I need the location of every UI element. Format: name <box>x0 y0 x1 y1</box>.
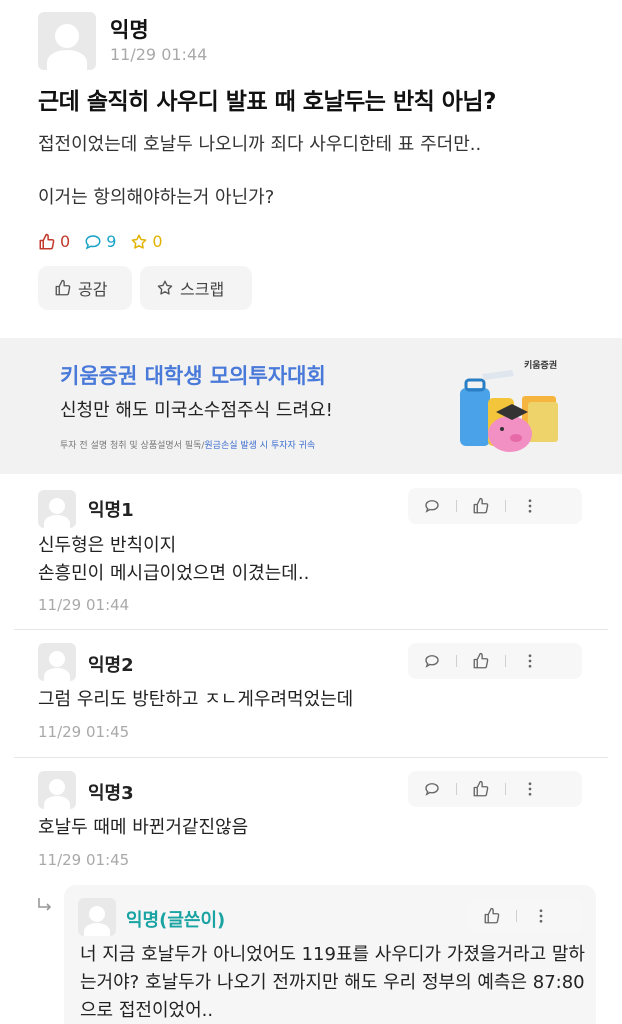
star-icon <box>132 234 147 249</box>
scrap-count-value: 0 <box>152 232 163 251</box>
ad-banner[interactable]: 키움증권 대학생 모의투자대회 신청만 해도 미국소수점주식 드려요! 투자 전… <box>0 338 622 474</box>
comment-actions <box>408 771 582 807</box>
comment-like-button[interactable] <box>457 643 505 679</box>
thumbs-up-icon <box>39 233 55 249</box>
scrap-count: 0 <box>130 232 163 251</box>
comment-text-line: 호날두 때메 바뀐거같진않음 <box>38 817 249 838</box>
ad-title: 키움증권 대학생 모의투자대회 <box>60 364 326 388</box>
like-button[interactable]: 공감 <box>38 266 132 310</box>
more-vertical-icon <box>528 499 532 513</box>
comment-divider <box>14 757 608 758</box>
reply-actions <box>468 898 582 934</box>
comment-avatar <box>38 643 76 681</box>
thumbs-up-icon <box>484 907 500 924</box>
comment-like-button[interactable] <box>457 771 505 807</box>
scrap-button-label: 스크랩 <box>180 280 225 299</box>
more-options-button[interactable] <box>506 771 554 807</box>
post-body-line-2: 이거는 항의해야하는거 아닌가? <box>38 187 275 208</box>
comment-actions <box>408 488 582 524</box>
comment-actions <box>408 643 582 679</box>
comment-count-value: 9 <box>106 232 117 251</box>
thumbs-up-icon <box>473 497 489 514</box>
reply-avatar <box>78 898 116 936</box>
comment-count: 9 <box>84 232 116 251</box>
reply-button[interactable] <box>408 643 456 679</box>
ad-illustration-icon <box>460 370 558 452</box>
post-author: 익명 <box>110 18 149 42</box>
comment-author: 익명3 <box>88 783 134 804</box>
comment-author: 익명2 <box>88 655 134 676</box>
more-vertical-icon <box>528 782 532 796</box>
ad-disclaimer-text: 투자 전 설명 청취 및 상품설명서 필독/ <box>60 441 205 451</box>
post-timestamp: 11/29 01:44 <box>110 45 208 64</box>
comment-avatar <box>38 771 76 809</box>
thumbs-up-icon <box>473 780 489 797</box>
post-stats: 0 9 0 <box>38 232 163 251</box>
more-options-button[interactable] <box>506 643 554 679</box>
like-count: 0 <box>38 232 70 251</box>
like-button-label: 공감 <box>78 280 108 299</box>
reply-button[interactable] <box>408 771 456 807</box>
reply-author: 익명(글쓴이) <box>126 910 226 931</box>
ad-disclaimer: 투자 전 설명 청취 및 상품설명서 필독/원금손실 발생 시 투자자 귀속 <box>60 438 315 451</box>
reply-button[interactable] <box>408 488 456 524</box>
speech-bubble-icon <box>425 655 439 668</box>
comment-author: 익명1 <box>88 500 134 521</box>
comment-avatar <box>38 490 76 528</box>
reply-arrow-icon <box>38 898 52 911</box>
ad-disclaimer-highlight: 원금손실 발생 시 투자자 귀속 <box>204 441 316 451</box>
more-options-button[interactable] <box>517 898 565 934</box>
post-body-line-1: 접전이었는데 호날두 나오니까 죄다 사우디한테 표 주더만.. <box>38 134 482 155</box>
comment-timestamp: 11/29 01:45 <box>38 851 130 869</box>
scrap-button[interactable]: 스크랩 <box>140 266 252 310</box>
ad-subtitle: 신청만 해도 미국소수점주식 드려요! <box>60 400 333 421</box>
comment-timestamp: 11/29 01:45 <box>38 723 130 741</box>
comment-like-button[interactable] <box>457 488 505 524</box>
thumbs-up-icon <box>55 279 71 296</box>
comment-text-line: 신두형은 반칙이지 <box>38 535 177 556</box>
post-author-avatar <box>38 12 96 70</box>
speech-bubble-icon <box>85 234 101 249</box>
comment-text-line: 그럼 우리도 방탄하고 ㅈㄴ게우려먹었는데 <box>38 689 354 710</box>
reply-text: 너 지금 호날두가 아니었어도 119표를 사우디가 가졌을거라고 말하는거야?… <box>80 944 585 1021</box>
comment-timestamp: 11/29 01:44 <box>38 596 130 614</box>
speech-bubble-icon <box>425 783 439 796</box>
post-title: 근데 솔직히 사우디 발표 때 호날두는 반칙 아님? <box>38 89 496 115</box>
more-vertical-icon <box>528 654 532 668</box>
like-count-value: 0 <box>60 232 71 251</box>
comment-divider <box>14 629 608 630</box>
star-icon <box>157 280 173 295</box>
comment-text-line: 손흥민이 메시급이었으면 이겼는데.. <box>38 563 310 584</box>
more-vertical-icon <box>539 909 543 923</box>
reply-like-button[interactable] <box>468 898 516 934</box>
thumbs-up-icon <box>473 652 489 669</box>
speech-bubble-icon <box>425 500 439 513</box>
more-options-button[interactable] <box>506 488 554 524</box>
